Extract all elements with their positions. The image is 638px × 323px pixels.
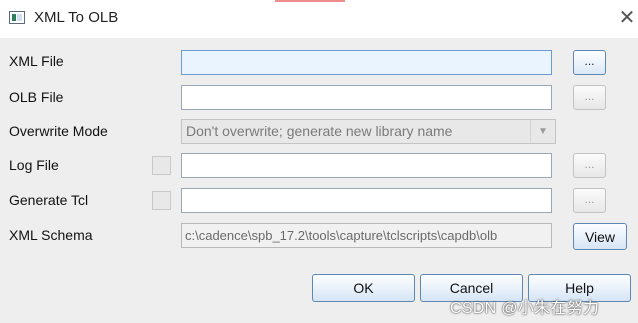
xml-schema-label: XML Schema [9,227,93,243]
app-window-icon [9,11,25,24]
olb-file-label: OLB File [9,89,64,105]
xml-file-field[interactable] [181,50,552,75]
generate-tcl-field[interactable] [181,188,552,213]
xml-file-label: XML File [9,53,64,69]
generate-tcl-checkbox[interactable] [152,191,171,210]
generate-tcl-label: Generate Tcl [9,192,89,208]
close-icon[interactable]: ✕ [617,8,637,28]
log-file-checkbox[interactable] [152,156,171,175]
overwrite-mode-value: Don't overwrite; generate new library na… [186,123,453,139]
chevron-down-icon[interactable]: ▼ [530,120,555,143]
generate-tcl-browse-button[interactable]: ... [573,188,606,213]
log-file-field[interactable] [181,153,552,178]
overwrite-mode-select[interactable]: Don't overwrite; generate new library na… [181,119,556,144]
title-bar: XML To OLB ✕ [0,0,638,38]
watermark-text: CSDN @小朱在努力 [450,300,600,317]
ok-button[interactable]: OK [312,274,415,302]
overwrite-mode-label: Overwrite Mode [9,123,108,139]
log-file-label: Log File [9,157,59,173]
decorative-mark [275,0,345,2]
olb-file-browse-button[interactable]: ... [573,85,606,110]
xml-file-browse-button[interactable]: ... [573,50,606,75]
view-button[interactable]: View [573,223,627,250]
log-file-browse-button[interactable]: ... [573,153,606,178]
window-title: XML To OLB [34,9,119,26]
olb-file-field[interactable] [181,85,552,110]
xml-schema-field: c:\cadence\spb_17.2\tools\capture\tclscr… [181,223,552,248]
